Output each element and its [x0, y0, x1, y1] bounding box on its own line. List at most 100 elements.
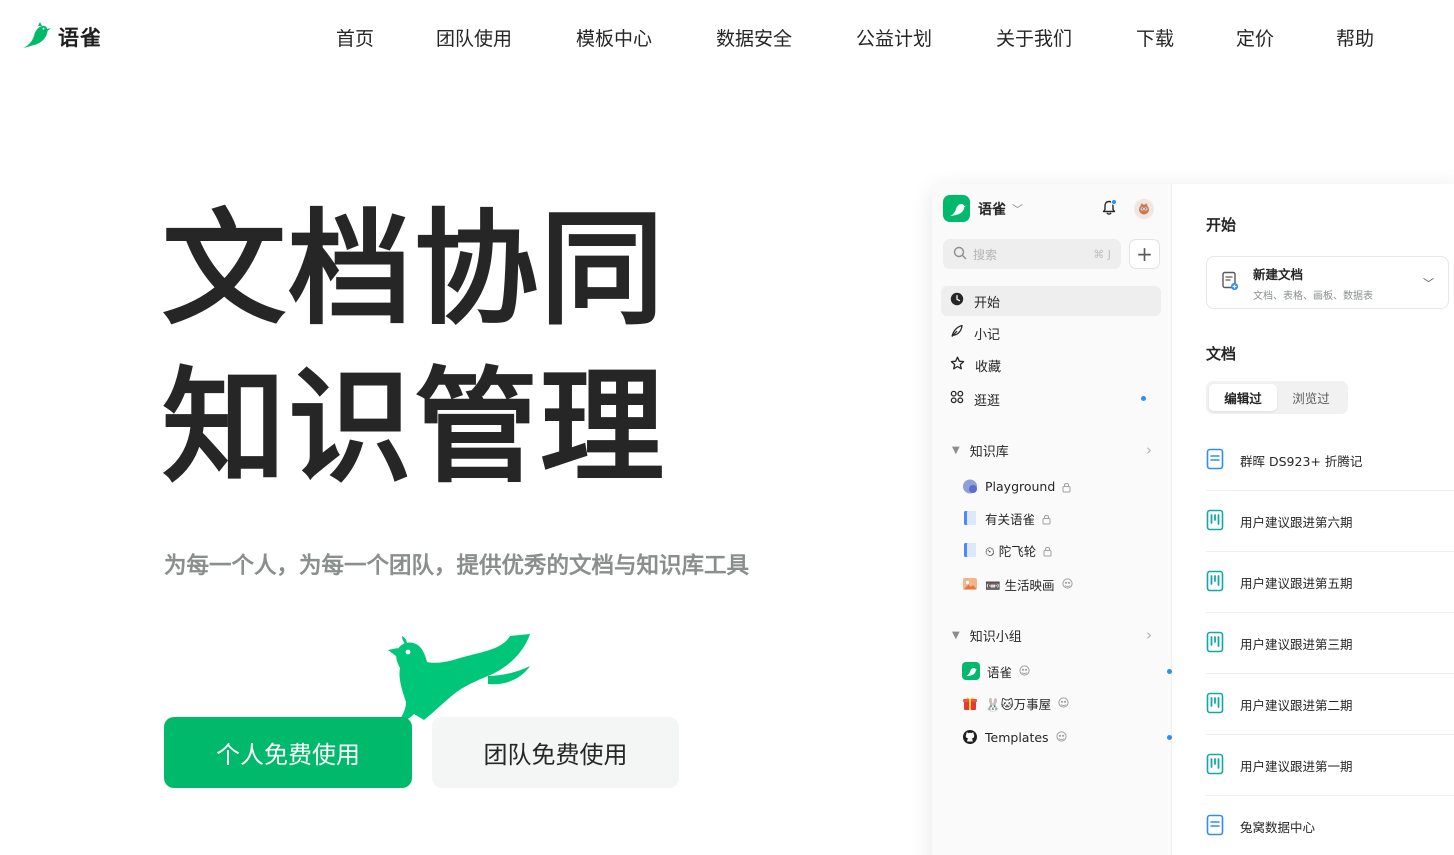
new-document-subtitle: 文档、表格、画板、数据表 [1253, 290, 1373, 302]
lock-icon [1042, 513, 1051, 524]
document-row[interactable]: 兔窝数据中心 [1206, 796, 1454, 855]
github-icon [962, 729, 978, 745]
lock-icon [1043, 545, 1052, 556]
nav-download[interactable]: 下载 [1136, 24, 1174, 51]
group-item-label: Templates [985, 729, 1049, 745]
group-icon [1055, 730, 1067, 745]
yuque-logo-icon [943, 195, 970, 222]
new-document-title: 新建文档 [1253, 266, 1304, 282]
nav-template-center[interactable]: 模板中心 [576, 24, 652, 51]
brand-name: 语雀 [58, 26, 102, 50]
caret-down-icon: ▼ [952, 629, 960, 641]
sidebar-item-explore[interactable]: 逛逛 [941, 384, 1161, 414]
group-item-label: 🐰🐱万事屋 [985, 696, 1052, 712]
gift-icon [962, 695, 978, 711]
library-item-tourbillon[interactable]: ⏲ 陀飞轮 [962, 538, 1157, 562]
document-row[interactable]: 用户建议跟进第一期 [1206, 735, 1454, 796]
document-title: 用户建议跟进第五期 [1240, 575, 1353, 591]
top-navigation: 语雀 首页 团队使用 模板中心 数据安全 公益计划 关于我们 下载 定价 帮助 [0, 0, 1454, 74]
documents-heading: 文档 [1206, 345, 1237, 363]
document-row[interactable]: 用户建议跟进第五期 [1206, 552, 1454, 613]
group-icon [1061, 577, 1073, 592]
sidebar-item-notes[interactable]: 小记 [941, 318, 1161, 348]
nav-home[interactable]: 首页 [336, 24, 374, 51]
document-row[interactable]: 群晖 DS923+ 折腾记 [1206, 430, 1454, 491]
brand-logo[interactable]: 语雀 [20, 20, 102, 54]
team-free-button[interactable]: 团队免费使用 [432, 717, 679, 788]
group-icon [1019, 664, 1030, 679]
user-avatar[interactable] [1134, 199, 1154, 219]
board-icon [1206, 692, 1224, 717]
search-icon [953, 245, 967, 264]
group-item-wanshiwu[interactable]: 🐰🐱万事屋 [962, 691, 1157, 715]
search-shortcut: ⌘ J [1093, 247, 1111, 261]
library-item-playground[interactable]: Playground [962, 474, 1157, 498]
nav-data-security[interactable]: 数据安全 [716, 24, 792, 51]
star-icon [950, 356, 965, 375]
document-filter-tabs: 编辑过 浏览过 [1206, 381, 1348, 414]
group-item-yuque[interactable]: 语雀 [962, 659, 1172, 683]
nav-pricing[interactable]: 定价 [1236, 24, 1274, 51]
yuque-bird-logo-icon [20, 20, 52, 54]
chevron-down-icon[interactable]: ﹀ [1423, 275, 1434, 291]
workspace-switcher[interactable]: 语雀 ﹀ [943, 195, 1023, 222]
grid-icon [950, 390, 964, 408]
workspace-name: 语雀 [978, 201, 1006, 218]
hero-title-line-2: 知识管理 [162, 356, 667, 500]
tab-viewed[interactable]: 浏览过 [1277, 384, 1345, 411]
library-item-label: ⏲ 陀飞轮 [985, 543, 1037, 559]
nav-help[interactable]: 帮助 [1336, 24, 1374, 51]
sidebar-item-label: 收藏 [975, 359, 1002, 375]
hero-title-line-1: 文档协同 [162, 198, 667, 342]
photo-icon [962, 576, 978, 592]
nav-about-us[interactable]: 关于我们 [996, 24, 1072, 51]
plus-icon: + [1136, 242, 1153, 266]
chevron-right-icon[interactable]: › [1146, 626, 1152, 644]
library-item-label: 有关语雀 [985, 511, 1036, 527]
board-icon [1206, 509, 1224, 534]
board-icon [1206, 631, 1224, 656]
board-icon [1206, 570, 1224, 595]
add-button[interactable]: + [1129, 239, 1160, 269]
app-main-content: 开始 新建文档 文档、表格、画板、数据表 ﹀ 文档 编辑过 浏览过 群晖 DS9… [1172, 184, 1454, 855]
nav-public-welfare[interactable]: 公益计划 [856, 24, 932, 51]
library-item-about-yuque[interactable]: 有关语雀 [962, 506, 1157, 530]
document-row[interactable]: 用户建议跟进第二期 [1206, 674, 1454, 735]
group-item-templates[interactable]: Templates [962, 725, 1172, 749]
personal-free-button[interactable]: 个人免费使用 [164, 717, 412, 788]
search-placeholder: 搜索 [973, 247, 998, 262]
chevron-down-icon: ﹀ [1012, 202, 1023, 216]
sidebar-item-start[interactable]: 开始 [941, 286, 1161, 316]
chevron-right-icon[interactable]: › [1146, 441, 1152, 459]
library-item-life-movie[interactable]: 📼 生活映画 [962, 572, 1157, 596]
notification-dot [1111, 199, 1117, 205]
book-icon [962, 510, 978, 526]
new-document-button[interactable]: 新建文档 文档、表格、画板、数据表 ﹀ [1206, 256, 1449, 309]
document-row[interactable]: 用户建议跟进第三期 [1206, 613, 1454, 674]
group-item-label: 语雀 [987, 664, 1013, 680]
section-label: 知识小组 [969, 629, 1022, 645]
group-icon [1058, 696, 1069, 711]
feather-icon [950, 324, 964, 342]
caret-down-icon: ▼ [952, 444, 960, 456]
board-icon [1206, 753, 1224, 778]
document-row[interactable]: 用户建议跟进第六期 [1206, 491, 1454, 552]
section-knowledge-group[interactable]: ▼ 知识小组 › [952, 623, 1152, 647]
document-title: 用户建议跟进第六期 [1240, 514, 1353, 530]
new-document-icon [1221, 271, 1239, 295]
notification-bell-icon[interactable] [1102, 199, 1117, 220]
sidebar-item-favorites[interactable]: 收藏 [941, 350, 1161, 380]
sidebar-item-label: 逛逛 [974, 393, 1001, 409]
tab-edited[interactable]: 编辑过 [1209, 384, 1277, 411]
document-title: 群晖 DS923+ 折腾记 [1240, 453, 1363, 469]
playground-icon [962, 478, 978, 494]
document-title: 兔窝数据中心 [1240, 820, 1316, 835]
search-input[interactable]: 搜索 ⌘ J [943, 239, 1121, 269]
document-icon [1206, 814, 1224, 839]
nav-team-use[interactable]: 团队使用 [436, 24, 512, 51]
document-title: 用户建议跟进第一期 [1240, 758, 1353, 774]
book-icon [962, 542, 978, 558]
section-knowledge-base[interactable]: ▼ 知识库 › [952, 438, 1152, 462]
lock-icon [1062, 481, 1071, 492]
document-title: 用户建议跟进第三期 [1240, 636, 1353, 652]
